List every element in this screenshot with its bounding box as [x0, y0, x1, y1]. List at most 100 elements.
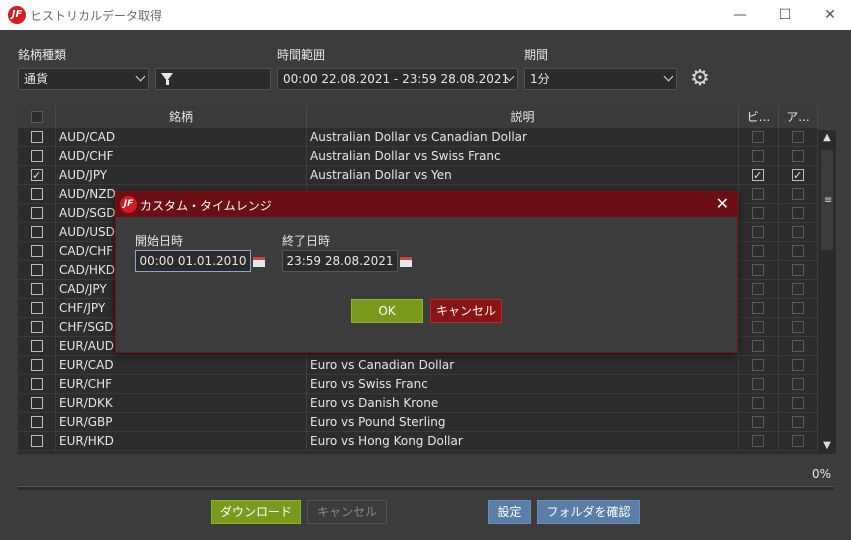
row-checkbox[interactable]: [31, 416, 43, 428]
ask-checkbox[interactable]: [792, 378, 804, 390]
ask-checkbox[interactable]: [792, 416, 804, 428]
ask-cell: [779, 337, 818, 356]
row-checkbox[interactable]: [31, 150, 43, 162]
start-datetime-input[interactable]: 00:00 01.01.2010: [135, 250, 251, 272]
bid-checkbox[interactable]: [752, 416, 764, 428]
row-checkbox[interactable]: [31, 226, 43, 238]
ask-checkbox[interactable]: [792, 340, 804, 352]
bid-checkbox[interactable]: [752, 321, 764, 333]
ask-checkbox[interactable]: [792, 207, 804, 219]
row-checkbox[interactable]: [31, 321, 43, 333]
ask-checkbox[interactable]: [792, 131, 804, 143]
dialog-close-icon[interactable]: ✕: [716, 194, 729, 213]
bid-checkbox[interactable]: [752, 207, 764, 219]
ask-checkbox[interactable]: [792, 150, 804, 162]
row-checkbox[interactable]: [31, 302, 43, 314]
ask-checkbox[interactable]: [792, 245, 804, 257]
ask-checkbox[interactable]: [792, 264, 804, 276]
download-button[interactable]: ダウンロード: [211, 500, 301, 524]
ask-checkbox[interactable]: [792, 359, 804, 371]
table-row[interactable]: AUD/CHF Australian Dollar vs Swiss Franc: [18, 147, 818, 166]
bid-checkbox[interactable]: [752, 226, 764, 238]
table-row[interactable]: EUR/DKK Euro vs Danish Krone: [18, 394, 818, 413]
bid-checkbox[interactable]: [752, 302, 764, 314]
bid-checkbox[interactable]: [752, 245, 764, 257]
select-all-checkbox[interactable]: [31, 111, 43, 123]
bid-checkbox[interactable]: [752, 167, 764, 185]
ask-cell: [779, 299, 818, 318]
bid-cell: [739, 185, 779, 204]
dialog-cancel-button[interactable]: キャンセル: [430, 299, 502, 323]
open-folder-button[interactable]: フォルダを確認: [537, 500, 640, 524]
bid-checkbox[interactable]: [752, 188, 764, 200]
bid-checkbox[interactable]: [752, 397, 764, 409]
row-checkbox[interactable]: [31, 167, 43, 185]
row-checkbox[interactable]: [31, 359, 43, 371]
bid-checkbox[interactable]: [752, 283, 764, 295]
description-cell: Euro vs Hong Kong Dollar: [307, 432, 739, 451]
minimize-button[interactable]: —: [717, 0, 763, 30]
bid-header[interactable]: ビ...: [739, 106, 779, 128]
description-header[interactable]: 説明: [307, 106, 739, 128]
bid-checkbox[interactable]: [752, 150, 764, 162]
bid-checkbox[interactable]: [752, 340, 764, 352]
row-checkbox[interactable]: [31, 283, 43, 295]
ask-checkbox[interactable]: [792, 167, 804, 185]
table-row[interactable]: AUD/CAD Australian Dollar vs Canadian Dol…: [18, 128, 818, 147]
ok-button[interactable]: OK: [351, 299, 423, 323]
table-row[interactable]: EUR/CHF Euro vs Swiss Franc: [18, 375, 818, 394]
ask-checkbox[interactable]: [792, 226, 804, 238]
ask-checkbox[interactable]: [792, 397, 804, 409]
ask-checkbox[interactable]: [792, 435, 804, 447]
table-row[interactable]: EUR/CAD Euro vs Canadian Dollar: [18, 356, 818, 375]
row-checkbox[interactable]: [31, 264, 43, 276]
row-checkbox[interactable]: [31, 207, 43, 219]
symbol-header[interactable]: 銘柄: [56, 106, 307, 128]
table-scrollbar[interactable]: ▲ ≡ ▼: [818, 130, 836, 454]
ask-checkbox[interactable]: [792, 283, 804, 295]
ask-header[interactable]: ア...: [779, 106, 818, 128]
bid-cell: [739, 394, 779, 413]
table-row[interactable]: EUR/GBP Euro vs Pound Sterling: [18, 413, 818, 432]
row-checkbox[interactable]: [31, 378, 43, 390]
row-checkbox[interactable]: [31, 188, 43, 200]
symbol-cell: AUD/CAD: [56, 128, 307, 147]
scroll-thumb[interactable]: ≡: [821, 150, 833, 250]
row-checkbox[interactable]: [31, 131, 43, 143]
settings-button[interactable]: 設定: [488, 500, 531, 524]
ask-checkbox[interactable]: [792, 302, 804, 314]
row-select-cell: [18, 128, 56, 147]
description-cell: Australian Dollar vs Yen: [307, 166, 739, 185]
description-cell: Euro vs Swiss Franc: [307, 375, 739, 394]
row-select-cell: [18, 318, 56, 337]
bid-cell: [739, 432, 779, 451]
row-checkbox[interactable]: [31, 245, 43, 257]
scroll-down-arrow-icon[interactable]: ▼: [818, 438, 836, 454]
filter-input[interactable]: [155, 68, 271, 90]
bid-checkbox[interactable]: [752, 359, 764, 371]
gear-icon[interactable]: ⚙: [689, 68, 711, 90]
bid-checkbox[interactable]: [752, 378, 764, 390]
ask-checkbox[interactable]: [792, 321, 804, 333]
maximize-button[interactable]: ☐: [762, 0, 808, 30]
bid-cell: [739, 261, 779, 280]
table-row[interactable]: AUD/JPYAustralian Dollar vs Yen: [18, 166, 818, 185]
row-checkbox[interactable]: [31, 397, 43, 409]
table-row[interactable]: EUR/HKD Euro vs Hong Kong Dollar: [18, 432, 818, 451]
window-title: ヒストリカルデータ取得: [30, 9, 163, 23]
instrument-type-select[interactable]: 通貨: [18, 68, 149, 90]
row-checkbox[interactable]: [31, 340, 43, 352]
bid-checkbox[interactable]: [752, 264, 764, 276]
row-checkbox[interactable]: [31, 435, 43, 447]
time-range-select[interactable]: 00:00 22.08.2021 - 23:59 28.08.2021: [277, 68, 518, 90]
bid-checkbox[interactable]: [752, 435, 764, 447]
calendar-icon[interactable]: [400, 257, 412, 267]
bid-checkbox[interactable]: [752, 131, 764, 143]
period-select[interactable]: 1分: [524, 68, 677, 90]
calendar-icon[interactable]: [253, 257, 265, 267]
end-datetime-input[interactable]: 23:59 28.08.2021: [282, 250, 398, 272]
scroll-up-arrow-icon[interactable]: ▲: [818, 130, 836, 146]
ask-checkbox[interactable]: [792, 188, 804, 200]
close-button[interactable]: ✕: [807, 0, 851, 30]
cancel-download-button[interactable]: キャンセル: [307, 500, 387, 524]
